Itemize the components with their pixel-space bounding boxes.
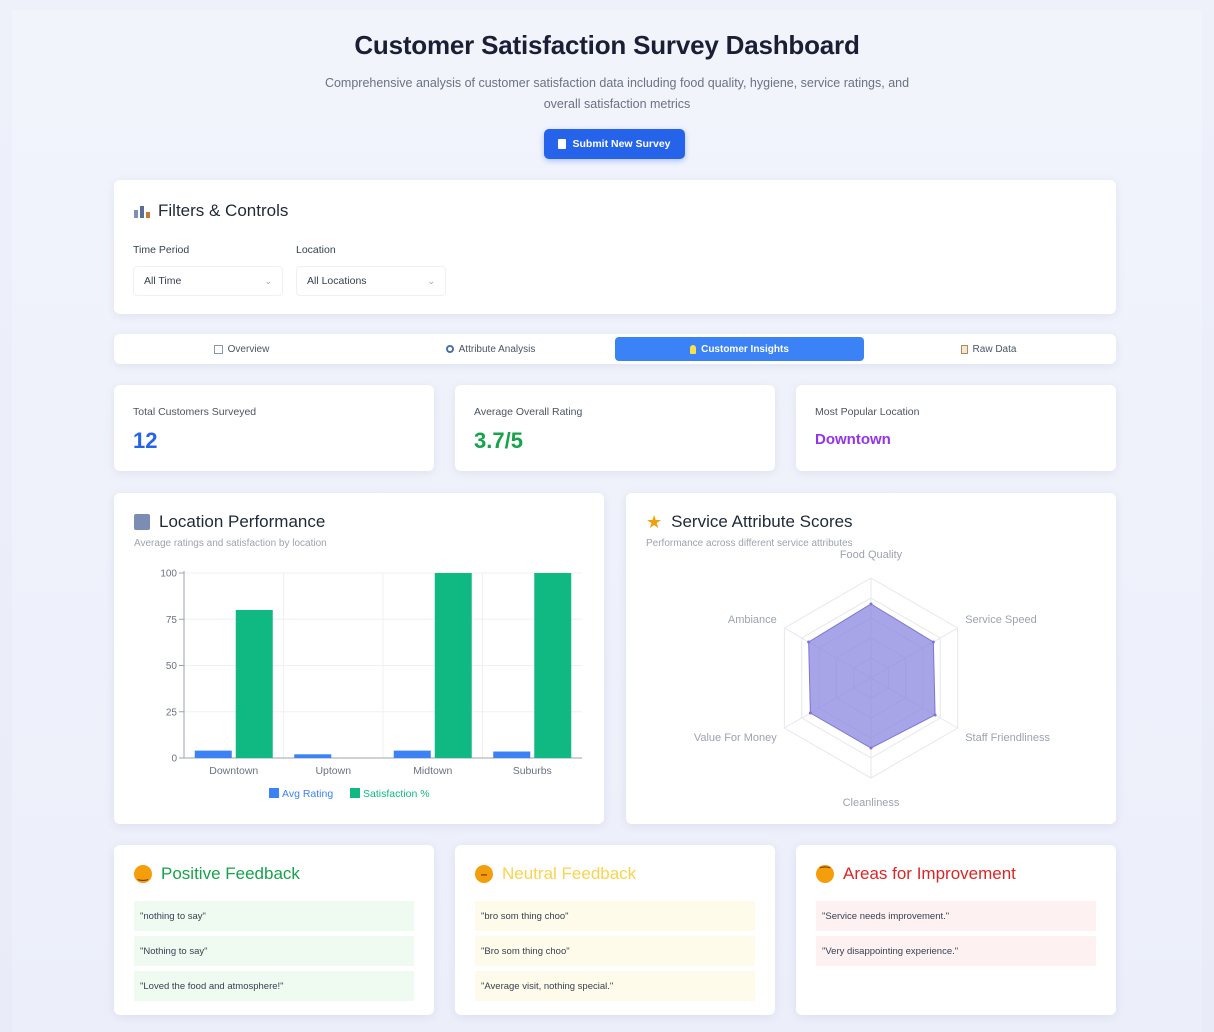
- positive-feedback-title: ‿ Positive Feedback: [134, 864, 300, 884]
- tab-overview-label: Overview: [227, 343, 270, 355]
- feedback-item: "Service needs improvement.": [816, 901, 1096, 931]
- bar-chart-icon: [134, 204, 150, 218]
- stat-card-popular-location: Most Popular Location Downtown: [796, 385, 1116, 471]
- stat-label: Most Popular Location: [815, 406, 920, 418]
- x-tick-label: Midtown: [413, 765, 452, 777]
- filters-panel: Filters & Controls Time Period All Time …: [114, 180, 1116, 314]
- filters-title-text: Filters & Controls: [158, 201, 289, 220]
- feedback-item: "Loved the food and atmosphere!": [134, 971, 414, 1001]
- legend-swatch: [350, 788, 360, 798]
- service-radar-chart: Food Quality Service Speed Staff Friendlin…: [694, 549, 1051, 809]
- feedback-item: "Nothing to say": [134, 936, 414, 966]
- time-period-label: Time Period: [133, 244, 190, 256]
- stat-card-average-rating: Average Overall Rating 3.7/5: [455, 385, 775, 471]
- radar-point: [869, 602, 873, 606]
- tab-customer-insights[interactable]: Customer Insights: [615, 337, 864, 361]
- x-tick-label: Suburbs: [513, 765, 552, 777]
- radar-area: [808, 603, 936, 749]
- feedback-item: "Bro som thing choo": [475, 936, 755, 966]
- chevron-down-icon: ⌄: [427, 275, 435, 286]
- location-select[interactable]: All Locations ⌄: [296, 266, 446, 296]
- document-icon: [558, 139, 567, 149]
- positive-feedback-title-text: Positive Feedback: [161, 864, 300, 883]
- page-description: Comprehensive analysis of customer satis…: [324, 76, 910, 111]
- bar-satisfaction-: [434, 573, 472, 758]
- radar-axis-label: Ambiance: [728, 614, 777, 626]
- y-tick-label: 0: [171, 754, 177, 765]
- improvement-feedback-title: ⁀ Areas for Improvement: [816, 864, 1016, 884]
- stat-value: 12: [133, 428, 158, 453]
- radar-axis-label: Cleanliness: [843, 797, 900, 809]
- tab-raw-data[interactable]: Raw Data: [864, 337, 1113, 361]
- stat-label: Total Customers Surveyed: [133, 406, 257, 418]
- stat-card-total-customers: Total Customers Surveyed 12: [114, 385, 434, 471]
- location-bar-chart: 0 25 50 75 100 Downtown Uptown Midtown Suburbs Av…: [160, 569, 582, 800]
- legend-swatch: [269, 788, 279, 798]
- page-title: Customer Satisfaction Survey Dashboard: [354, 30, 860, 60]
- submit-survey-label: Submit New Survey: [572, 138, 671, 150]
- positive-feedback-list: "nothing to say" "Nothing to say" "Loved…: [134, 901, 414, 1006]
- magnifier-icon: [445, 345, 454, 353]
- improvement-feedback-card: ⁀ Areas for Improvement "Service needs i…: [796, 845, 1116, 1015]
- legend-label: Satisfaction %: [363, 788, 430, 800]
- neutral-feedback-list: "bro som thing choo" "Bro som thing choo…: [475, 901, 755, 1006]
- radar-point: [931, 640, 935, 644]
- legend-label: Avg Rating: [282, 788, 333, 800]
- improvement-feedback-title-text: Areas for Improvement: [843, 864, 1016, 883]
- radar-point: [807, 640, 811, 644]
- feedback-item: "Very disappointing experience.": [816, 936, 1096, 966]
- time-period-value: All Time: [144, 275, 182, 287]
- stat-value: 3.7/5: [474, 428, 523, 453]
- time-period-select[interactable]: All Time ⌄: [133, 266, 283, 296]
- radar-axis-label: Food Quality: [840, 549, 903, 561]
- radar-axis-label: Service Speed: [965, 614, 1037, 626]
- location-performance-card: Location Performance Average ratings and…: [114, 493, 604, 824]
- bar-avg-rating: [493, 751, 531, 758]
- radar-axis-label: Value For Money: [694, 732, 777, 744]
- bar-satisfaction-: [534, 573, 572, 758]
- tab-bar: Overview Attribute Analysis Customer Ins…: [114, 334, 1116, 364]
- location-label: Location: [296, 244, 336, 256]
- neutral-feedback-card: – Neutral Feedback "bro som thing choo" …: [455, 845, 775, 1015]
- bar-avg-rating: [194, 750, 232, 758]
- radar-point: [869, 746, 873, 750]
- chevron-down-icon: ⌄: [264, 275, 272, 286]
- feedback-item: "bro som thing choo": [475, 901, 755, 931]
- feedback-item: "nothing to say": [134, 901, 414, 931]
- neutral-feedback-title: – Neutral Feedback: [475, 864, 636, 884]
- tab-attribute-analysis-label: Attribute Analysis: [458, 343, 536, 355]
- neutral-feedback-title-text: Neutral Feedback: [502, 864, 637, 883]
- bar-chart-icon: [213, 344, 223, 354]
- bar-avg-rating: [393, 750, 431, 758]
- lightbulb-icon: [690, 344, 697, 354]
- y-tick-label: 50: [166, 661, 178, 672]
- clipboard-icon: [960, 344, 968, 354]
- radar-point: [808, 711, 812, 715]
- stat-label: Average Overall Rating: [474, 406, 583, 418]
- feedback-item: "Average visit, nothing special.": [475, 971, 755, 1001]
- service-attribute-card: ★ Service Attribute Scores Performance a…: [626, 493, 1116, 824]
- tab-raw-data-label: Raw Data: [972, 343, 1017, 355]
- bar-satisfaction-: [235, 610, 273, 758]
- tab-customer-insights-label: Customer Insights: [701, 343, 789, 355]
- neutral-emoji-icon: –: [475, 865, 493, 883]
- y-tick-label: 75: [166, 615, 178, 626]
- tab-overview[interactable]: Overview: [117, 337, 366, 361]
- bar-avg-rating: [294, 754, 332, 758]
- y-tick-label: 100: [160, 569, 177, 580]
- y-tick-label: 25: [166, 707, 178, 718]
- frown-emoji-icon: ⁀: [816, 865, 834, 883]
- positive-feedback-card: ‿ Positive Feedback "nothing to say" "No…: [114, 845, 434, 1015]
- x-tick-label: Uptown: [315, 765, 351, 777]
- smile-emoji-icon: ‿: [134, 865, 152, 883]
- location-value: All Locations: [307, 275, 367, 287]
- x-tick-label: Downtown: [209, 765, 258, 777]
- submit-survey-button[interactable]: Submit New Survey: [544, 129, 685, 159]
- filters-title: Filters & Controls: [134, 201, 288, 221]
- improvement-feedback-list: "Service needs improvement." "Very disap…: [816, 901, 1096, 971]
- radar-axis-label: Staff Friendliness: [965, 732, 1050, 744]
- radar-point: [933, 713, 937, 717]
- tab-attribute-analysis[interactable]: Attribute Analysis: [366, 337, 615, 361]
- stat-value: Downtown: [815, 431, 891, 448]
